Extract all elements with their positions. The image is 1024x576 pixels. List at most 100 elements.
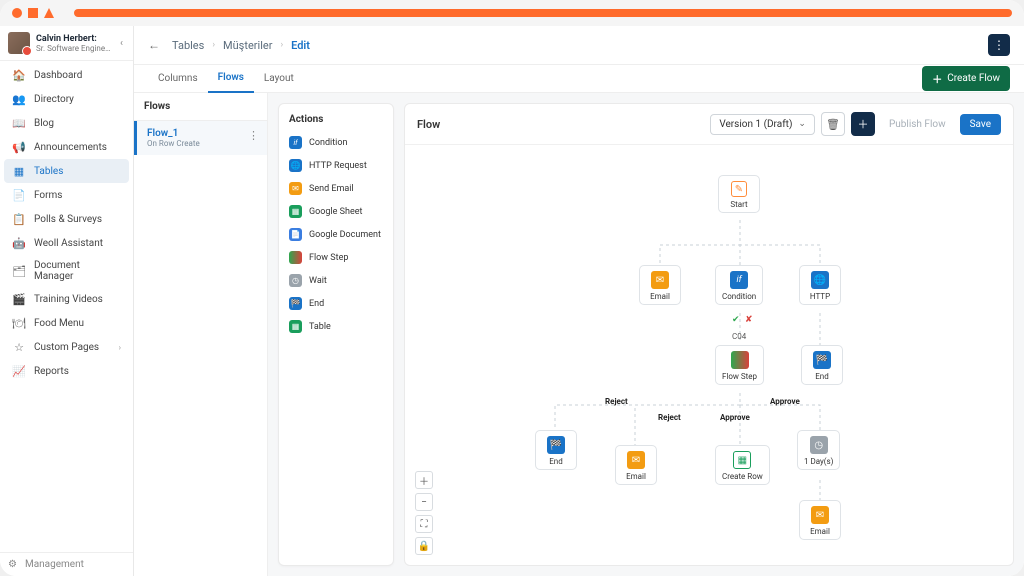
node-label: Email <box>810 527 830 536</box>
nav-foodmenu[interactable]: 🍽Food Menu <box>4 311 129 335</box>
nav-label: Blog <box>34 118 54 129</box>
nav-label: Management <box>25 559 84 570</box>
node-group-label: C04 <box>732 332 746 341</box>
nav-label: Forms <box>34 190 62 201</box>
action-doc[interactable]: 📄 Google Document <box>279 223 393 246</box>
delete-version-button[interactable]: 🗑 <box>821 112 845 136</box>
nav-polls[interactable]: 📋Polls & Surveys <box>4 207 129 231</box>
email-icon: ✉ <box>651 271 669 289</box>
nav-directory[interactable]: 👥Directory <box>4 87 129 111</box>
node-label: HTTP <box>810 292 830 301</box>
nav-announcements[interactable]: 📢Announcements <box>4 135 129 159</box>
action-label: Flow Step <box>309 253 348 263</box>
table-icon: ▦ <box>12 164 26 178</box>
tab-flows[interactable]: Flows <box>208 64 254 93</box>
save-button[interactable]: Save <box>960 114 1001 135</box>
nav-label: Food Menu <box>34 318 84 329</box>
circle-icon <box>12 8 22 18</box>
node-wait[interactable]: ◷ 1 Day(s) <box>797 430 840 470</box>
end-icon: 🏁 <box>813 351 831 369</box>
node-label: Email <box>626 472 646 481</box>
nav-dashboard[interactable]: 🏠Dashboard <box>4 63 129 87</box>
collapse-sidebar-button[interactable]: ‹ <box>118 36 125 51</box>
edge-label-approve: Approve <box>770 397 800 406</box>
nav-label: Training Videos <box>34 294 103 305</box>
nav-tables[interactable]: ▦Tables <box>4 159 129 183</box>
edge-label-reject: Reject <box>605 397 628 406</box>
zoom-fit-button[interactable]: ⛶ <box>415 515 433 533</box>
action-wait[interactable]: ◷Wait <box>279 269 393 292</box>
table-plus-icon: ▦ <box>733 451 751 469</box>
nav-label: Weoll Assistant <box>34 238 103 249</box>
wait-icon: ◷ <box>289 274 302 287</box>
action-flowstep[interactable]: Flow Step <box>279 246 393 269</box>
chevron-right-icon: › <box>280 40 283 50</box>
node-createrow[interactable]: ▦ Create Row <box>715 445 770 485</box>
tab-layout[interactable]: Layout <box>254 65 304 92</box>
action-end[interactable]: 🏁End <box>279 292 393 315</box>
topbar: ← Tables › Müşteriler › Edit ⋮ <box>134 26 1024 65</box>
nav-custompages[interactable]: ☆Custom Pages› <box>4 335 129 359</box>
node-label: Email <box>650 292 670 301</box>
plus-icon: ＋ <box>932 71 942 86</box>
node-end[interactable]: 🏁 End <box>535 430 577 470</box>
flow-item[interactable]: Flow_1 On Row Create ⋮ <box>134 121 267 155</box>
node-label: End <box>815 372 828 381</box>
nav-docmanager[interactable]: 🗂Document Manager <box>4 255 129 287</box>
action-sheet[interactable]: ▦Google Sheet <box>279 200 393 223</box>
nav-assistant[interactable]: 🤖Weoll Assistant <box>4 231 129 255</box>
action-label: Table <box>309 322 331 332</box>
node-end[interactable]: 🏁 End <box>801 345 843 385</box>
node-email[interactable]: ✉ Email <box>615 445 657 485</box>
node-http[interactable]: 🌐 HTTP <box>799 265 841 305</box>
version-select[interactable]: Version 1 (Draft)⌄ <box>710 114 815 135</box>
node-condition[interactable]: if Condition <box>715 265 763 305</box>
nav-forms[interactable]: 📄 Forms <box>4 183 129 207</box>
create-flow-button[interactable]: ＋Create Flow <box>922 66 1010 91</box>
back-button[interactable]: ← <box>148 38 160 52</box>
action-condition[interactable]: ifCondition <box>279 131 393 154</box>
user-block[interactable]: Calvin Herbert: Sr. Software Engineer ‹ <box>0 26 133 61</box>
nav-management[interactable]: ⚙Management <box>0 552 133 576</box>
square-icon <box>28 8 38 18</box>
url-bar[interactable] <box>74 9 1012 17</box>
form-icon: 📄 <box>12 188 26 202</box>
cross-icon: ✘ <box>745 315 753 325</box>
zoom-in-button[interactable]: ＋ <box>415 471 433 489</box>
nav-training[interactable]: 🎬Training Videos <box>4 287 129 311</box>
action-http[interactable]: 🌐HTTP Request <box>279 154 393 177</box>
crumb-customers[interactable]: Müşteriler <box>223 39 272 52</box>
node-label: End <box>549 457 562 466</box>
zoom-controls: ＋ − ⛶ 🔒 <box>415 471 433 555</box>
actions-panel: Actions ifCondition 🌐HTTP Request ✉Send … <box>278 103 394 566</box>
flow-canvas[interactable]: ✎ Start ✉ Email if Condition 🌐 <box>405 145 1013 565</box>
action-email[interactable]: ✉Send Email <box>279 177 393 200</box>
flows-panel: Flows Flow_1 On Row Create ⋮ <box>134 93 268 576</box>
action-label: Google Document <box>309 230 381 240</box>
star-icon: ☆ <box>12 340 26 354</box>
node-flowstep[interactable]: Flow Step <box>715 345 764 385</box>
table-icon: ▦ <box>289 320 302 333</box>
tab-columns[interactable]: Columns <box>148 65 208 92</box>
flow-item-menu[interactable]: ⋮ <box>248 129 259 142</box>
zoom-lock-button[interactable]: 🔒 <box>415 537 433 555</box>
nav-label: Reports <box>34 366 69 377</box>
publish-flow-button: Publish Flow <box>881 115 954 134</box>
node-email[interactable]: ✉ Email <box>639 265 681 305</box>
edge-label-approve: Approve <box>720 413 750 422</box>
doc-icon: 📄 <box>289 228 302 241</box>
node-email[interactable]: ✉ Email <box>799 500 841 540</box>
action-label: Send Email <box>309 184 354 194</box>
nav-blog[interactable]: 📖Blog <box>4 111 129 135</box>
node-start[interactable]: ✎ Start <box>718 175 760 213</box>
page-menu-button[interactable]: ⋮ <box>988 34 1010 56</box>
condition-icon: if <box>289 136 302 149</box>
zoom-out-button[interactable]: − <box>415 493 433 511</box>
nav-reports[interactable]: 📈Reports <box>4 359 129 383</box>
crumb-tables[interactable]: Tables <box>172 39 204 52</box>
action-table[interactable]: ▦ Table <box>279 315 393 338</box>
user-name: Calvin Herbert: <box>36 34 112 44</box>
flowstep-icon <box>731 351 749 369</box>
add-version-button[interactable]: ＋ <box>851 112 875 136</box>
node-label: Start <box>730 200 747 209</box>
